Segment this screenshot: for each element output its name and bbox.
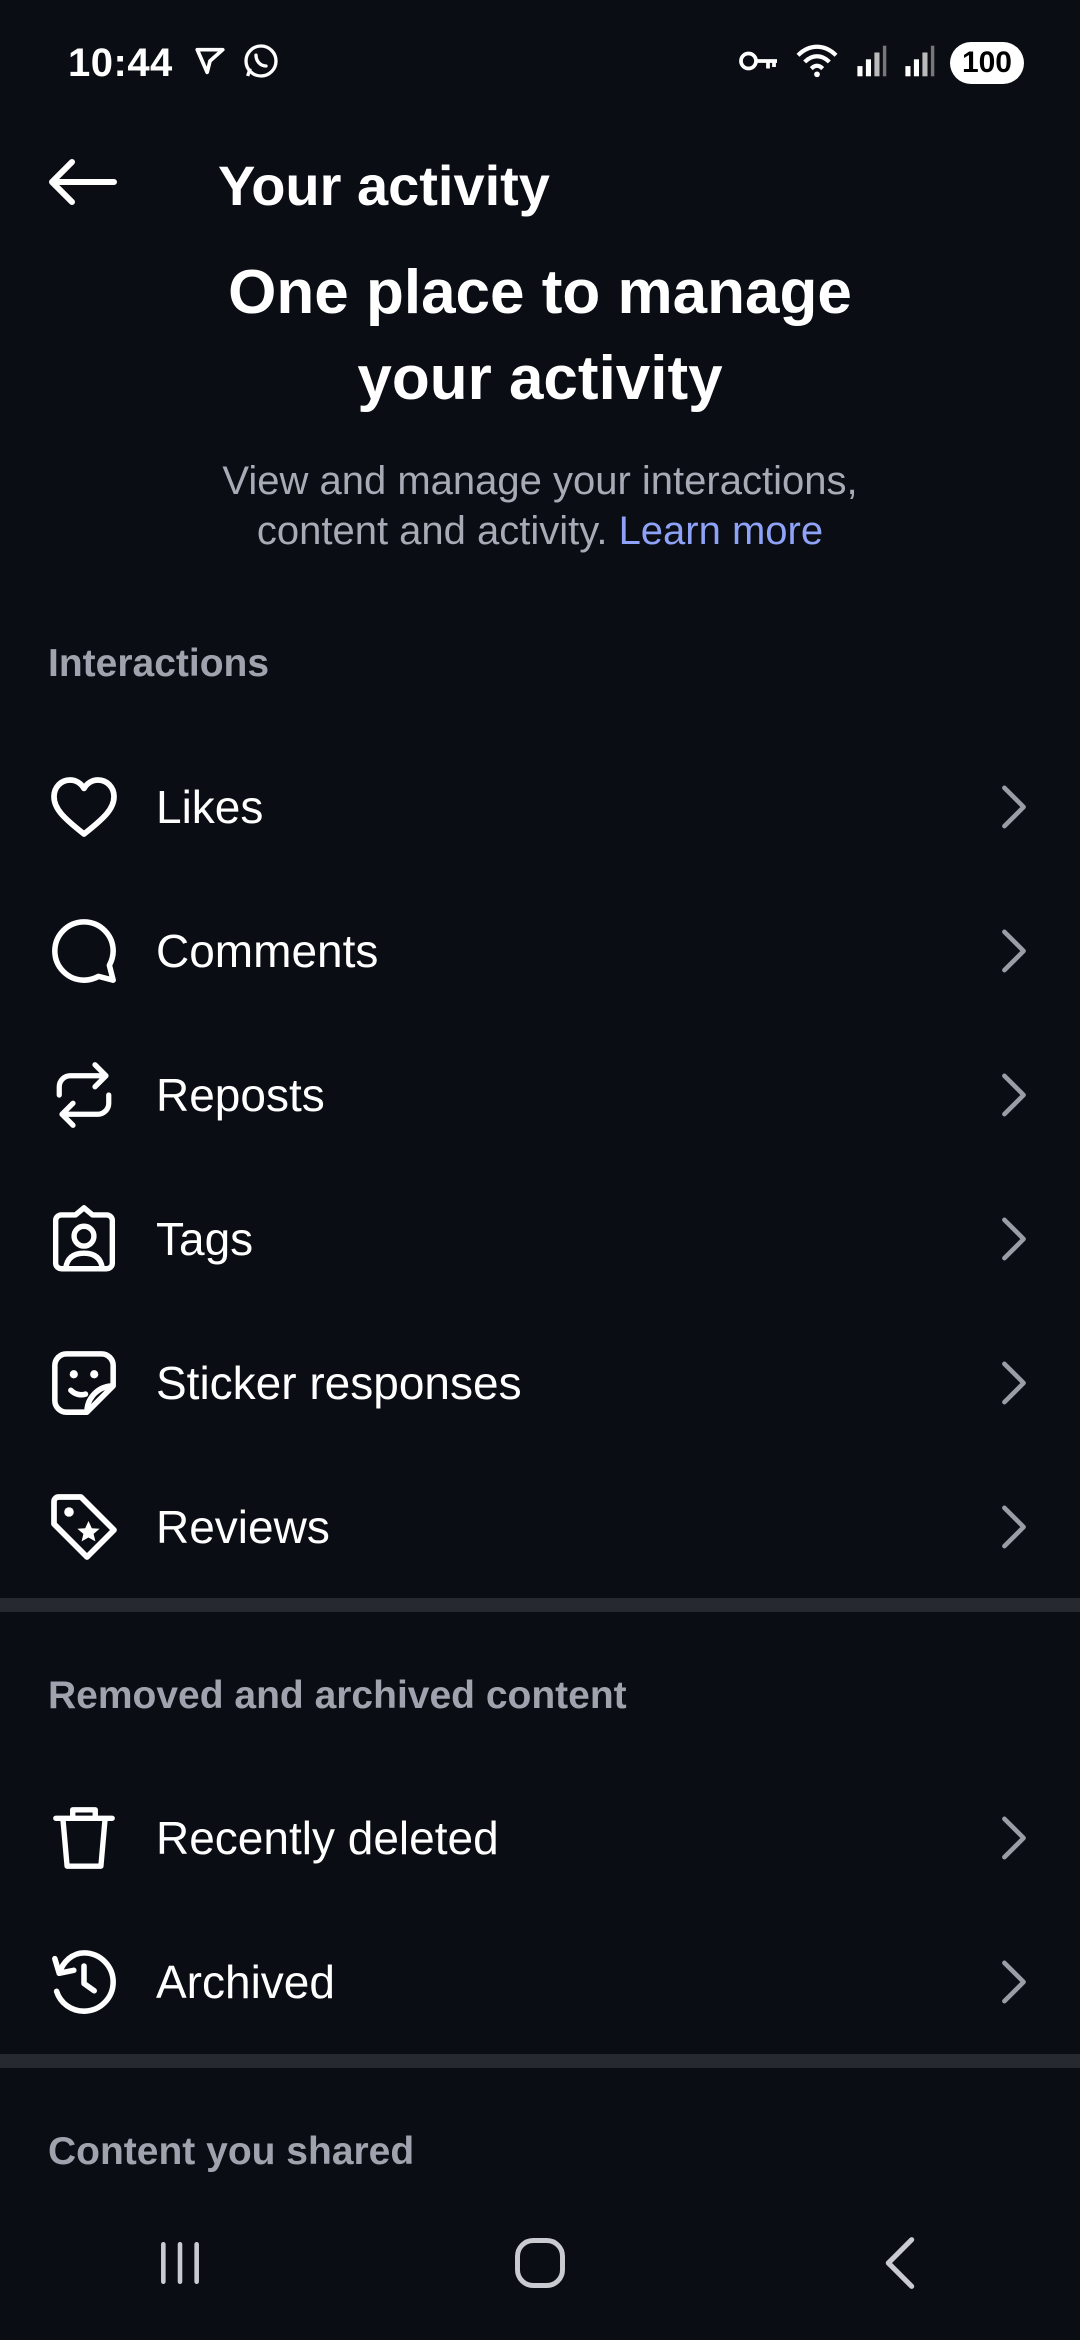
signal-icon <box>902 44 936 83</box>
section-label-removed: Removed and archived content <box>48 1674 627 1717</box>
page-title: Your activity <box>218 153 550 217</box>
repost-icon <box>46 1057 122 1133</box>
battery-indicator: 100 <box>949 42 1024 84</box>
hero-title: One place to manage your activity <box>228 258 852 413</box>
heart-icon <box>46 769 122 845</box>
chevron-left-icon <box>880 2235 920 2296</box>
back-button[interactable] <box>44 152 120 216</box>
archive-history-icon <box>46 1944 122 2020</box>
app-header: Your activity <box>0 126 1080 244</box>
row-sticker-responses[interactable]: Sticker responses <box>0 1311 1080 1455</box>
chevron-right-icon <box>994 1359 1034 1407</box>
removed-list: Recently deleted Archived <box>0 1766 1080 2054</box>
sticker-icon <box>46 1345 122 1421</box>
arrow-left-icon <box>46 158 118 211</box>
section-divider <box>0 1598 1080 1612</box>
tag-person-icon <box>46 1201 122 1277</box>
system-nav-bar <box>0 2190 1080 2340</box>
status-time: 10:44 <box>68 40 173 85</box>
home-icon <box>513 2236 567 2295</box>
system-back-button[interactable] <box>840 2215 960 2315</box>
signal-icon <box>854 44 888 83</box>
navigation-icon <box>193 44 227 83</box>
vpn-key-icon <box>738 46 780 81</box>
chevron-right-icon <box>994 927 1034 975</box>
chevron-right-icon <box>994 783 1034 831</box>
row-comments[interactable]: Comments <box>0 879 1080 1023</box>
wifi-icon <box>794 42 840 85</box>
chevron-right-icon <box>994 1503 1034 1551</box>
comment-icon <box>46 913 122 989</box>
interactions-list: Likes Comments Reposts Tags Sticker resp… <box>0 735 1080 1599</box>
recent-apps-button[interactable] <box>120 2215 240 2315</box>
status-bar: 10:44 100 <box>0 0 1080 126</box>
hero: One place to manage your activity View a… <box>0 250 1080 556</box>
chevron-right-icon <box>994 1071 1034 1119</box>
home-button[interactable] <box>480 2215 600 2315</box>
section-label-shared: Content you shared <box>48 2130 415 2173</box>
row-reposts[interactable]: Reposts <box>0 1023 1080 1167</box>
row-reviews[interactable]: Reviews <box>0 1455 1080 1599</box>
chevron-right-icon <box>994 1215 1034 1263</box>
learn-more-link[interactable]: Learn more <box>619 509 824 553</box>
row-recently-deleted[interactable]: Recently deleted <box>0 1766 1080 1910</box>
recent-apps-icon <box>155 2238 205 2293</box>
section-divider <box>0 2054 1080 2068</box>
trash-icon <box>46 1800 122 1876</box>
row-tags[interactable]: Tags <box>0 1167 1080 1311</box>
screen: 10:44 100 Your activity One place to man… <box>0 0 1080 2340</box>
row-archived[interactable]: Archived <box>0 1910 1080 2054</box>
whatsapp-icon <box>241 41 281 86</box>
row-likes[interactable]: Likes <box>0 735 1080 879</box>
hero-subtitle: View and manage your interactions, conte… <box>222 459 858 553</box>
chevron-right-icon <box>994 1814 1034 1862</box>
chevron-right-icon <box>994 1958 1034 2006</box>
review-tag-icon <box>46 1489 122 1565</box>
section-label-interactions: Interactions <box>48 642 270 685</box>
